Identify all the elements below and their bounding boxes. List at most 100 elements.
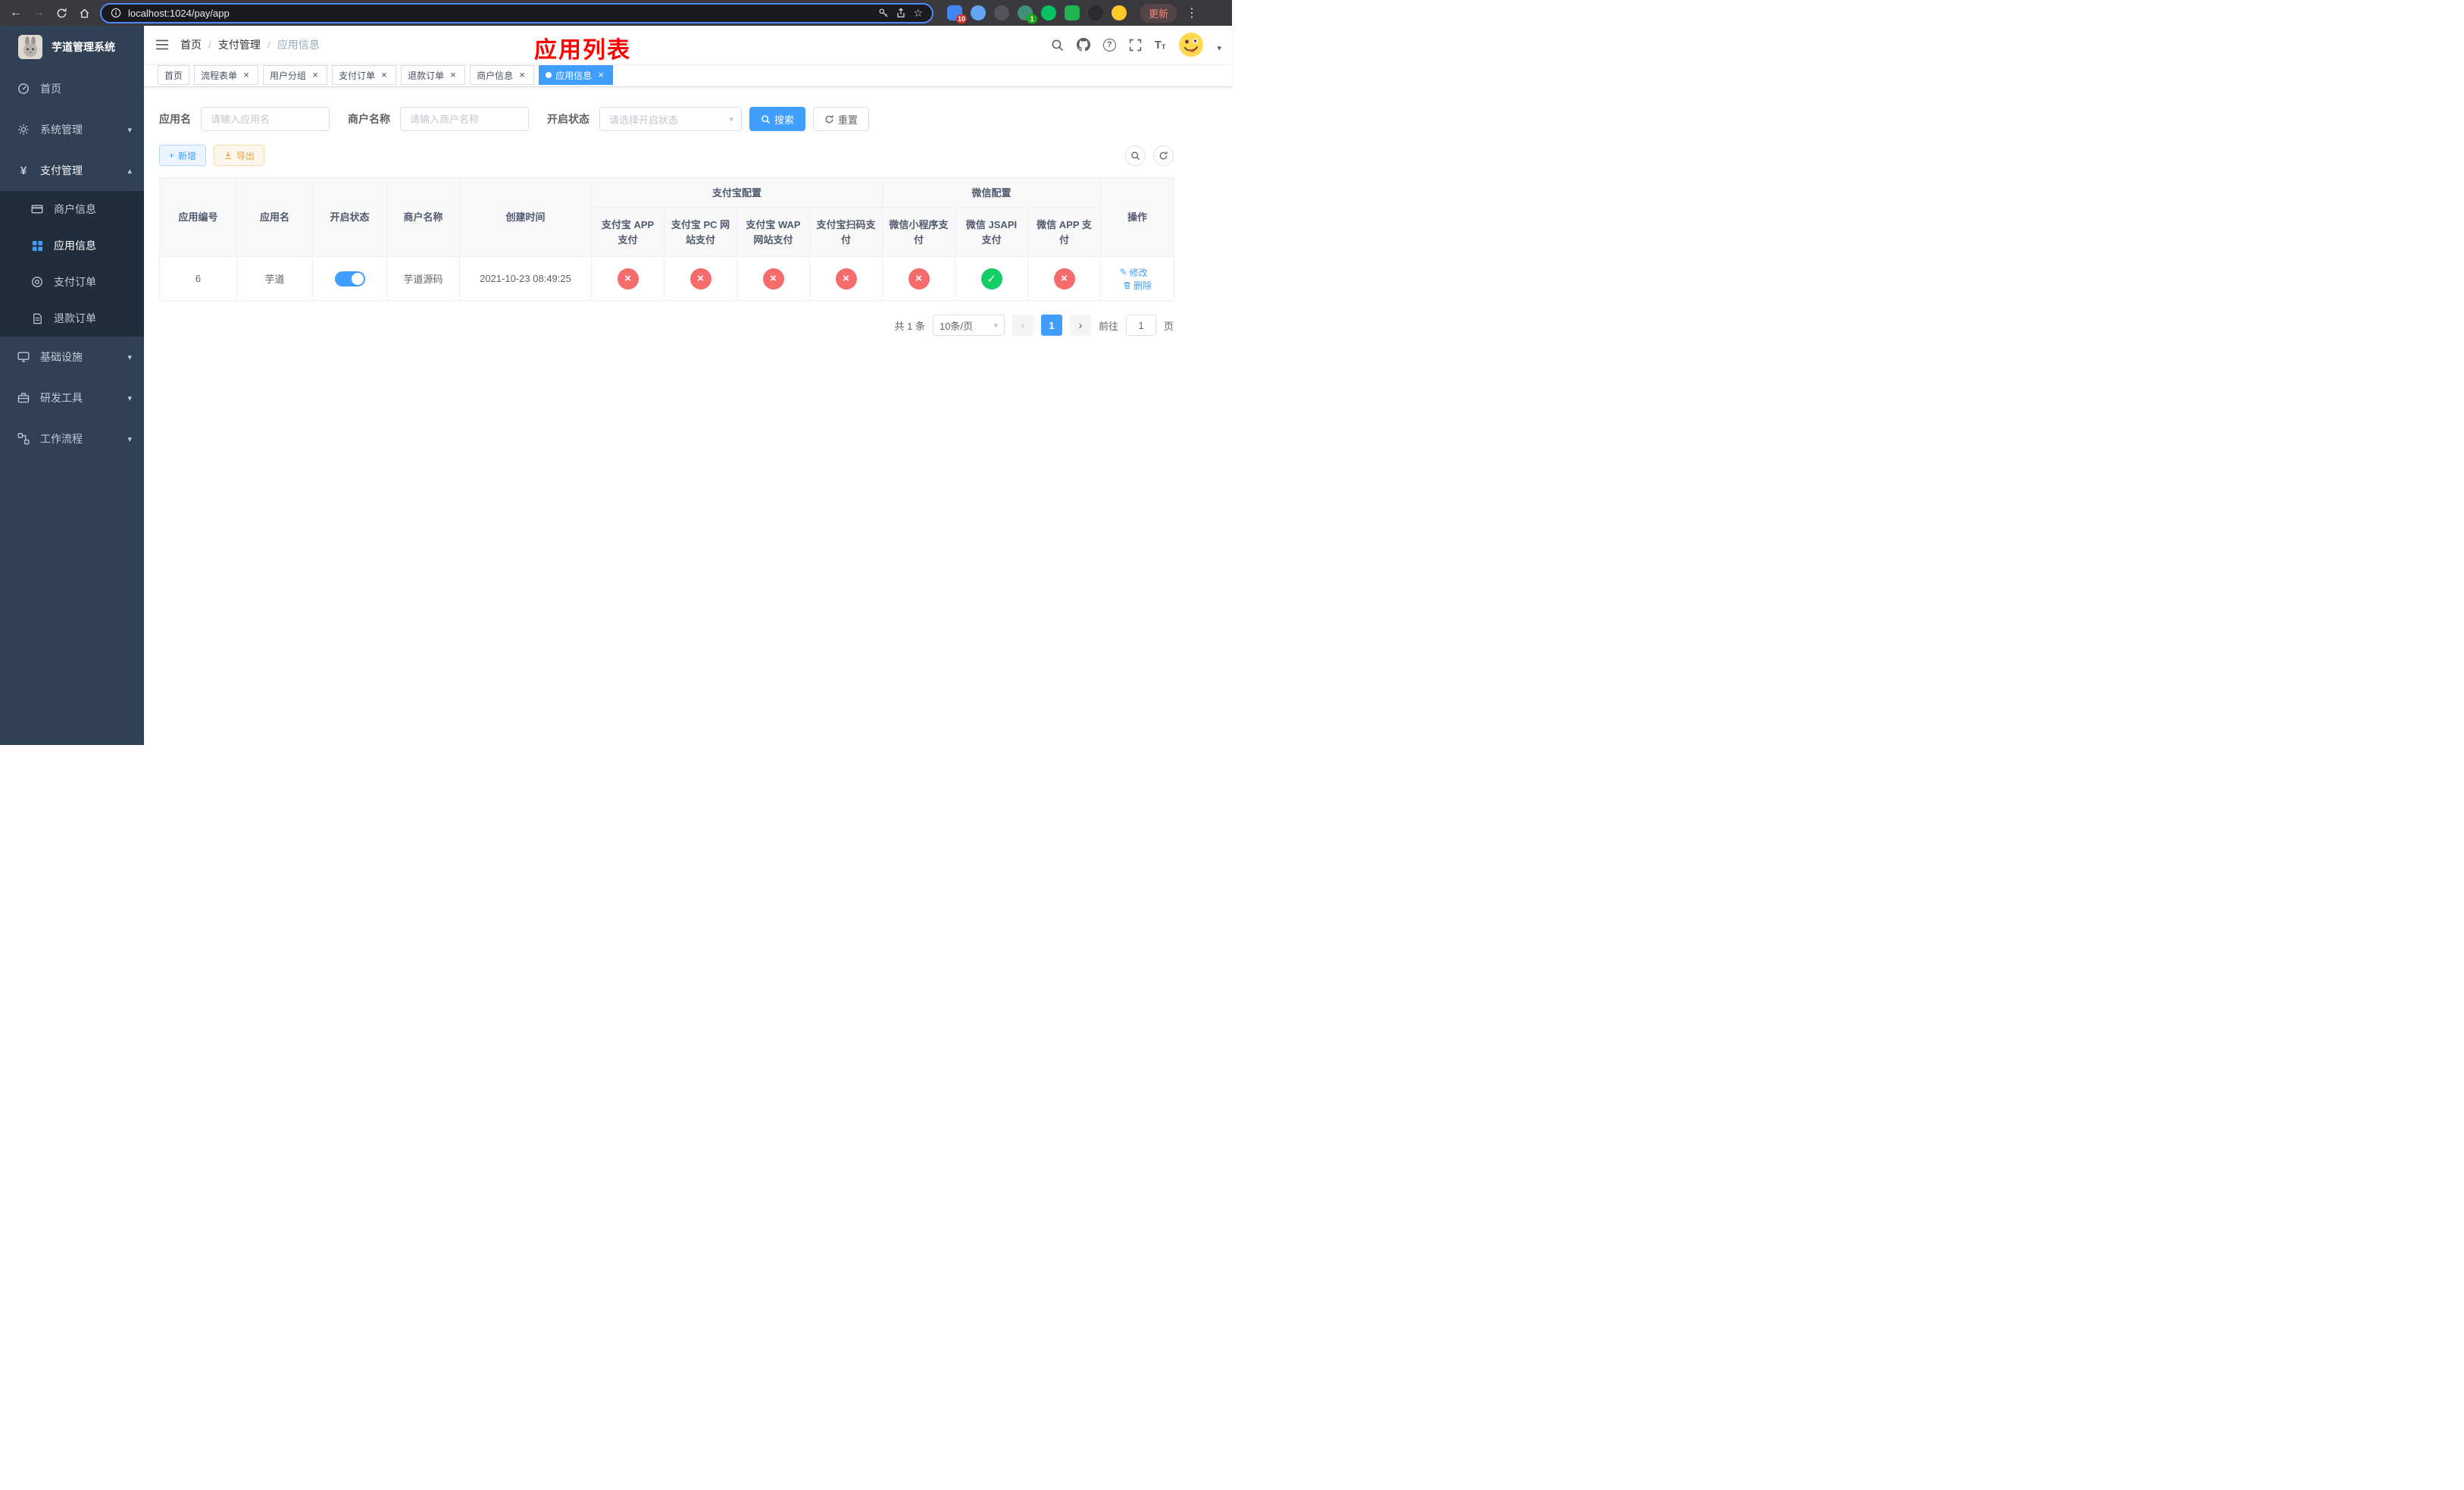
yen-icon: ¥ <box>20 164 27 177</box>
app-table: 应用编号 应用名 开启状态 商户名称 创建时间 支付宝配置 微信配置 操作 支付… <box>159 177 1175 301</box>
sidebar-item-system[interactable]: 系统管理 ▾ <box>0 109 144 150</box>
sidebar-item-infrastructure[interactable]: 基础设施 ▾ <box>0 337 144 377</box>
col-header-alipay-app: 支付宝 APP 支付 <box>591 208 664 257</box>
tab-app-info[interactable]: 应用信息 × <box>539 65 614 85</box>
close-icon[interactable]: × <box>448 70 458 80</box>
cell-alipay-pc: × <box>664 256 737 301</box>
app-title: 芋道管理系统 <box>52 41 115 53</box>
tab-process-form[interactable]: 流程表单 × <box>194 65 259 85</box>
logo-avatar <box>18 35 42 59</box>
col-group-alipay: 支付宝配置 <box>590 177 883 208</box>
tab-pay-order[interactable]: 支付订单 × <box>332 65 397 85</box>
close-icon[interactable]: × <box>241 70 252 80</box>
password-key-icon[interactable] <box>878 8 889 18</box>
tab-label: 应用信息 <box>555 70 593 81</box>
reset-button[interactable]: 重置 <box>813 107 870 131</box>
header-search-button[interactable] <box>1051 39 1064 52</box>
rabbit-logo-icon <box>18 35 42 59</box>
app-logo[interactable]: 芋道管理系统 <box>0 26 144 68</box>
close-icon[interactable]: × <box>379 70 389 80</box>
pagination: 共 1 条 10条/页 ▾ ‹ 1 › 前往 页 <box>159 315 1174 336</box>
sidebar-item-refund-order[interactable]: 退款订单 <box>0 300 144 337</box>
grid-icon <box>30 240 44 252</box>
search-button[interactable]: 搜索 <box>749 107 806 131</box>
sidebar-item-label: 首页 <box>40 83 61 95</box>
browser-update-button[interactable]: 更新 <box>1140 3 1177 23</box>
browser-back-button[interactable]: ← <box>6 3 26 23</box>
sidebar-item-home[interactable]: 首页 <box>0 68 144 109</box>
reload-icon <box>57 8 67 17</box>
browser-menu-button[interactable]: ⋮ <box>1186 5 1198 20</box>
add-button[interactable]: + 新增 <box>159 145 207 166</box>
help-button[interactable]: ? <box>1102 38 1116 52</box>
app-name-label: 应用名 <box>159 113 191 125</box>
status-disabled-icon: × <box>1053 268 1075 290</box>
tab-user-group[interactable]: 用户分组 × <box>263 65 328 85</box>
avatar-caret-icon[interactable]: ▾ <box>1217 43 1221 53</box>
tab-label: 首页 <box>164 70 183 81</box>
browser-home-button[interactable] <box>74 3 94 23</box>
browser-forward-button[interactable]: → <box>29 3 48 23</box>
status-disabled-icon: × <box>617 268 639 290</box>
edit-link[interactable]: ✎ 修改 <box>1119 266 1147 279</box>
col-header-wechat-mini: 微信小程序支付 <box>882 208 956 257</box>
user-avatar[interactable] <box>1178 32 1204 58</box>
tab-home[interactable]: 首页 <box>158 65 190 85</box>
reset-button-label: 重置 <box>838 114 858 126</box>
fullscreen-button[interactable] <box>1129 39 1142 52</box>
chevron-down-icon: ▾ <box>127 393 132 403</box>
page-size-select[interactable]: 10条/页 ▾ <box>932 315 1005 336</box>
extension-icon[interactable]: 1 <box>1018 5 1037 23</box>
sidebar-item-dev-tools[interactable]: 研发工具 ▾ <box>0 377 144 418</box>
key-icon <box>880 8 888 17</box>
sidebar-item-pay-order[interactable]: 支付订单 <box>0 264 144 300</box>
status-toggle[interactable] <box>334 271 365 286</box>
extension-icon[interactable]: 10 <box>947 5 967 23</box>
extension-icon[interactable] <box>1088 5 1103 20</box>
close-icon[interactable]: × <box>517 70 527 80</box>
tab-merchant-info[interactable]: 商户信息 × <box>470 65 535 85</box>
toggle-search-button[interactable] <box>1125 145 1146 166</box>
page-title-annotation: 应用列表 <box>534 38 631 63</box>
site-info-icon[interactable] <box>111 8 121 18</box>
sidebar-item-app-info[interactable]: 应用信息 <box>0 227 144 264</box>
prev-page-button[interactable]: ‹ <box>1012 315 1033 336</box>
status-select[interactable]: 请选择开启状态 ▾ <box>599 107 742 131</box>
next-page-button[interactable]: › <box>1069 315 1091 336</box>
extension-icon[interactable] <box>1112 5 1127 20</box>
tab-refund-order[interactable]: 退款订单 × <box>401 65 466 85</box>
github-link-button[interactable] <box>1076 38 1090 52</box>
page-number-1[interactable]: 1 <box>1040 315 1062 336</box>
share-icon[interactable] <box>896 8 906 18</box>
edit-label: 修改 <box>1129 267 1148 278</box>
font-size-button[interactable]: TT <box>1155 39 1166 51</box>
extension-icon[interactable] <box>1041 5 1056 20</box>
sidebar-item-payment[interactable]: ¥ 支付管理 ▴ <box>0 150 144 191</box>
browser-reload-button[interactable] <box>52 3 71 23</box>
status-disabled-icon: × <box>835 268 857 290</box>
avatar-emoji-icon <box>1179 33 1204 57</box>
sidebar-collapse-button[interactable] <box>144 39 180 51</box>
extension-badge: 1 <box>1027 14 1037 23</box>
app-name-input[interactable] <box>201 107 330 131</box>
sidebar-item-merchant-info[interactable]: 商户信息 <box>0 191 144 227</box>
tags-view-bar: 首页 流程表单 × 用户分组 × 支付订单 × 退款订单 × 商户信息 × 应用… <box>144 64 1232 87</box>
extension-icon[interactable] <box>971 5 986 20</box>
close-icon[interactable]: × <box>310 70 321 80</box>
export-button[interactable]: 导出 <box>214 145 265 166</box>
extension-icon[interactable] <box>1065 5 1080 20</box>
goto-page-input[interactable] <box>1125 315 1156 336</box>
merchant-name-input[interactable] <box>400 107 529 131</box>
close-icon[interactable]: × <box>596 70 606 80</box>
breadcrumb-home[interactable]: 首页 <box>180 37 202 52</box>
delete-link[interactable]: 删除 <box>1123 279 1152 292</box>
breadcrumb-payment[interactable]: 支付管理 <box>218 37 261 52</box>
address-bar[interactable]: localhost:1024/pay/app ☆ <box>100 2 933 23</box>
sidebar-item-workflow[interactable]: 工作流程 ▾ <box>0 418 144 459</box>
search-button-label: 搜索 <box>774 114 795 126</box>
bookmark-star-icon[interactable]: ☆ <box>913 7 923 20</box>
refresh-table-button[interactable] <box>1153 145 1174 166</box>
document-icon <box>30 313 44 324</box>
extension-icon[interactable] <box>994 5 1009 20</box>
extension-badge: 10 <box>955 14 967 23</box>
